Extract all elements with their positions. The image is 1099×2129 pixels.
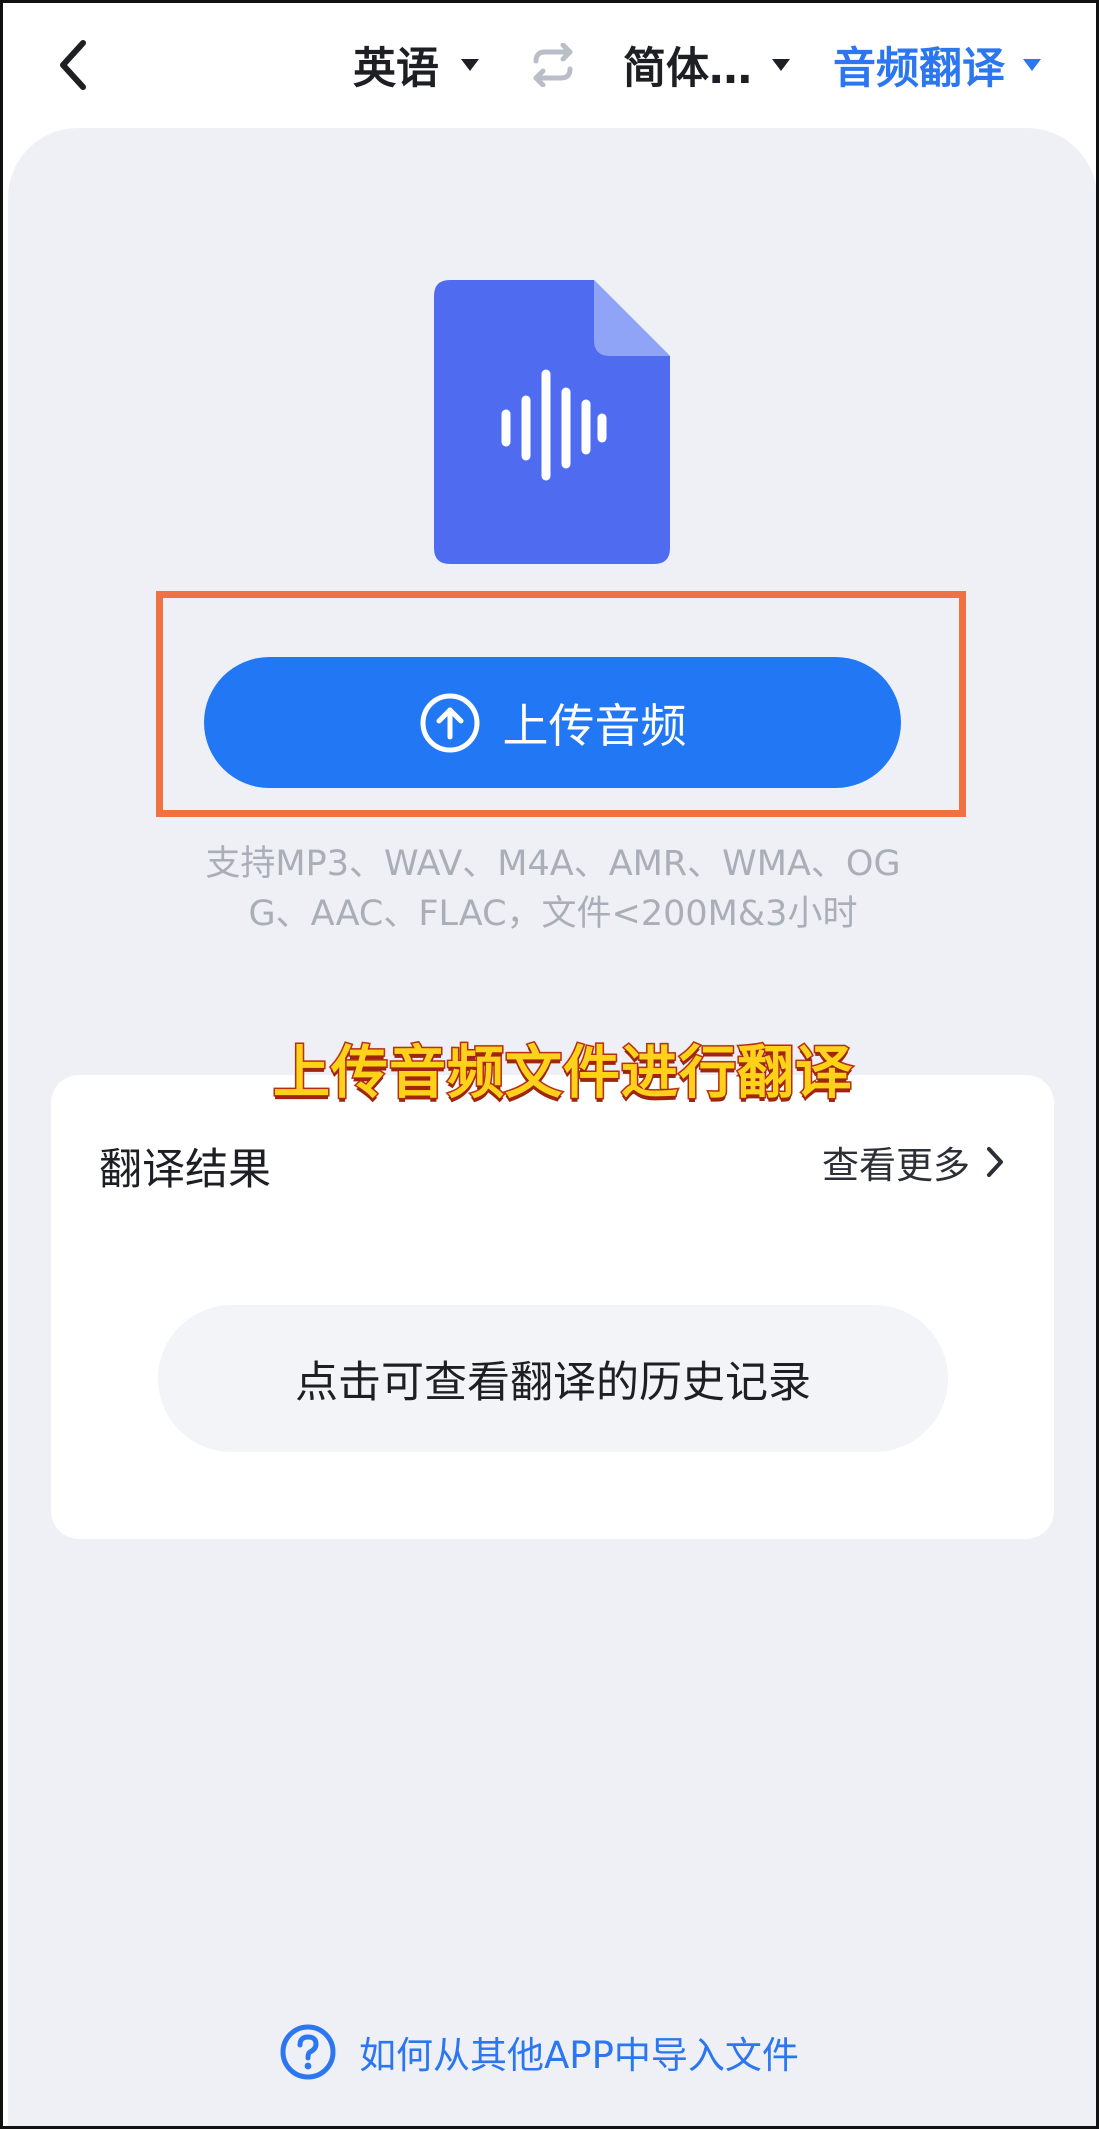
audio-file-icon — [434, 280, 670, 564]
import-help-link[interactable]: 如何从其他APP中导入文件 — [279, 2019, 799, 2085]
mode-selector[interactable]: 音频翻译 — [833, 33, 1041, 97]
top-bar: 英语 简体… 音频翻译 — [3, 3, 1096, 128]
upload-audio-button[interactable]: 上传音频 — [204, 657, 901, 788]
translation-results-card: 翻译结果 查看更多 点击可查看翻译的历史记录 — [51, 1075, 1054, 1539]
back-button[interactable] — [51, 33, 99, 97]
view-more-label: 查看更多 — [822, 1144, 970, 1187]
supported-formats-text: 支持MP3、WAV、M4A、AMR、WMA、OGG、AAC、FLAC，文件<20… — [205, 844, 901, 934]
mode-label: 音频翻译 — [833, 44, 1005, 94]
caret-down-icon — [1023, 59, 1041, 71]
caret-down-icon — [772, 59, 790, 71]
swap-languages-button[interactable] — [526, 42, 580, 88]
upload-circle-icon — [420, 693, 479, 752]
import-help-label: 如何从其他APP中导入文件 — [359, 2034, 799, 2077]
video-caption-overlay: 上传音频文件进行翻译 — [272, 1039, 854, 1108]
caret-down-icon — [461, 59, 479, 71]
view-more-link[interactable]: 查看更多 — [822, 1135, 1006, 1189]
source-language-label: 英语 — [353, 44, 439, 94]
history-records-button[interactable]: 点击可查看翻译的历史记录 — [158, 1305, 948, 1452]
app-screen: 英语 简体… 音频翻译 上传音频 支持MP3、WAV、M4A、AMR、WMA、O… — [0, 0, 1099, 2129]
swap-icon — [533, 42, 573, 88]
question-circle-icon — [280, 2024, 336, 2080]
target-language-label: 简体… — [623, 44, 752, 94]
results-title: 翻译结果 — [99, 1145, 271, 1195]
chevron-right-icon — [987, 1147, 1003, 1177]
target-language-selector[interactable]: 简体… — [623, 33, 790, 97]
chevron-left-icon — [60, 40, 86, 90]
upload-button-label: 上传音频 — [502, 698, 687, 753]
source-language-selector[interactable]: 英语 — [353, 33, 479, 97]
